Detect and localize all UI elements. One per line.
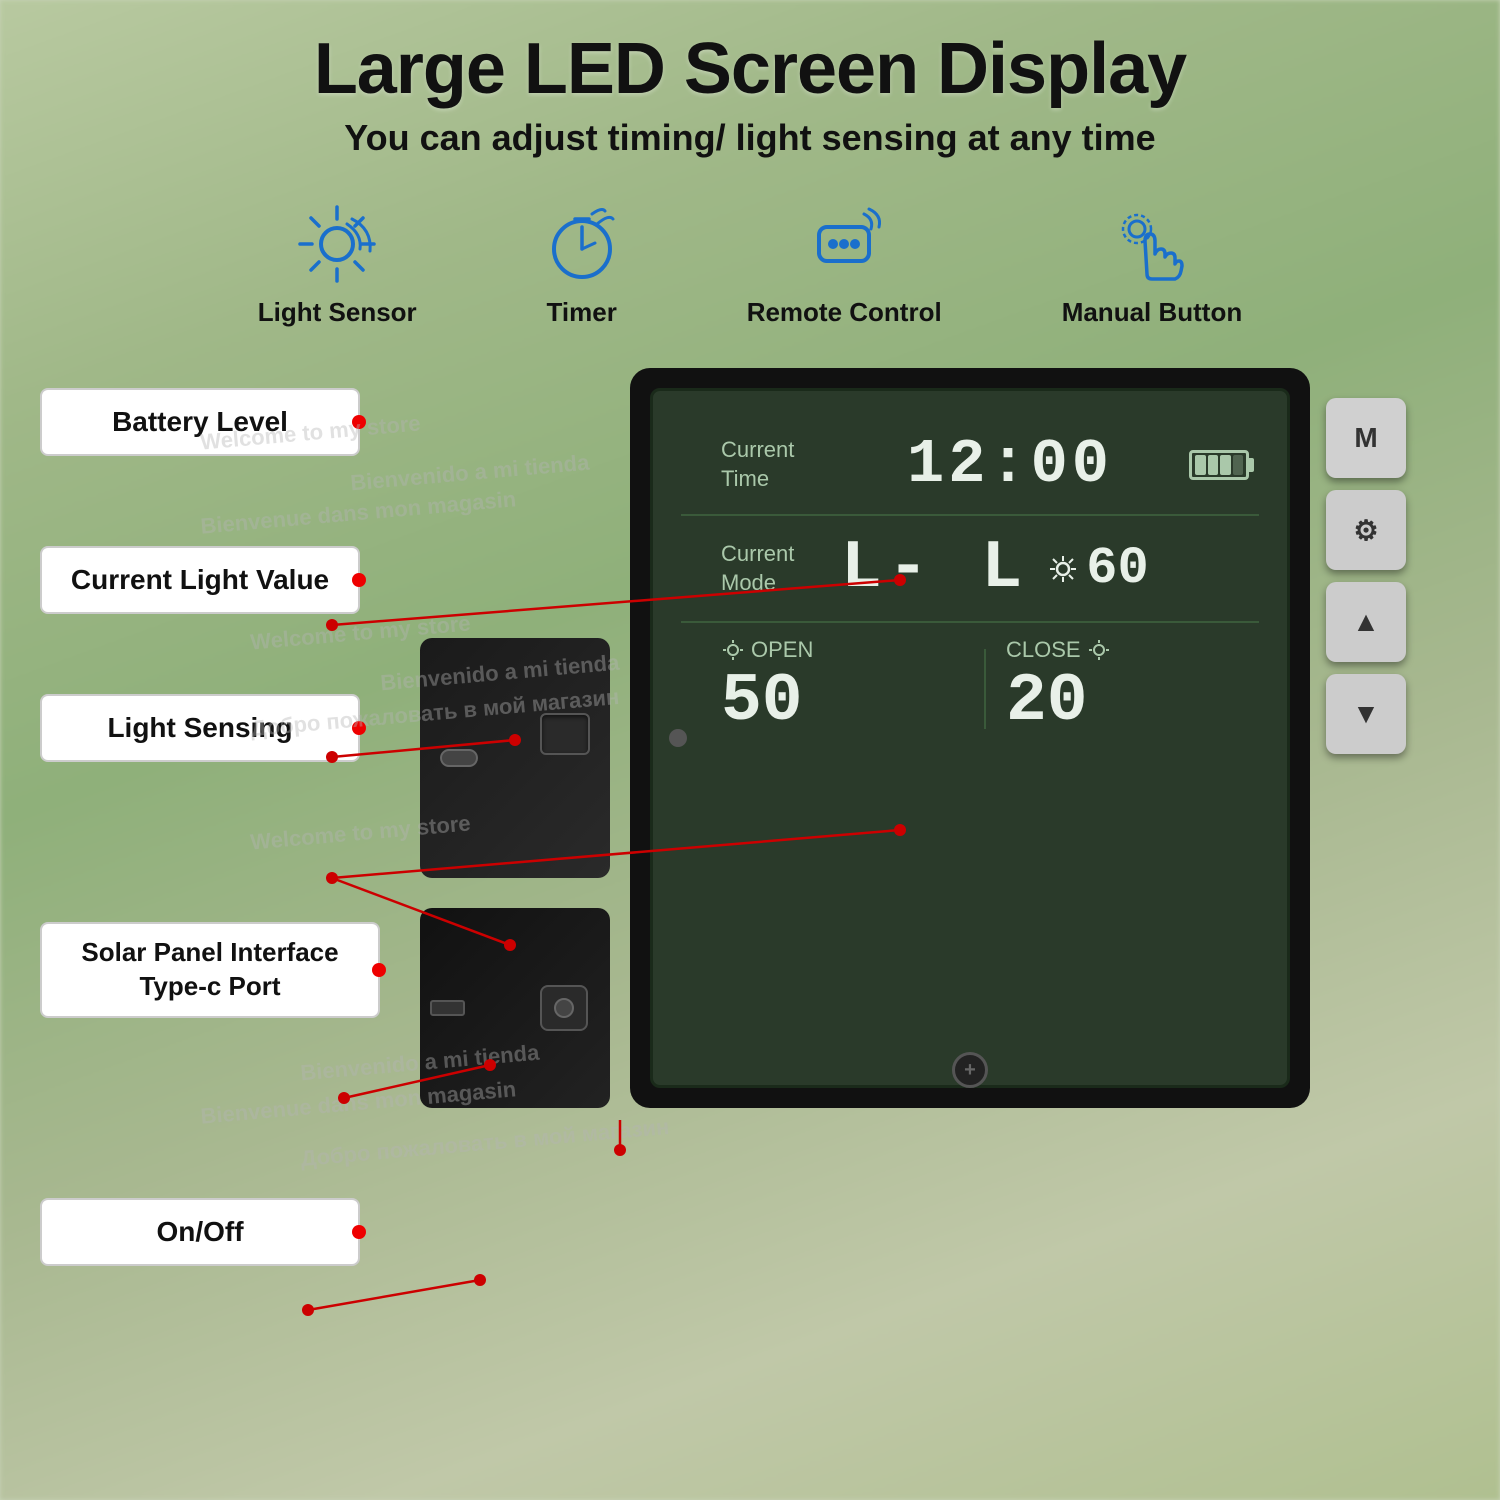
sun-icon-lcd xyxy=(1048,554,1078,584)
lcd-time-value: 12:00 xyxy=(831,429,1189,500)
manual-button-icon xyxy=(1107,199,1197,289)
light-sensing-label: Light Sensing xyxy=(40,694,360,762)
sun-icon-open xyxy=(721,638,745,662)
solar-port-photo xyxy=(420,638,610,878)
subtitle: You can adjust timing/ light sensing at … xyxy=(20,117,1480,159)
lcd-divider xyxy=(984,649,986,729)
device-left-panel xyxy=(420,368,620,1108)
light-value-red-dot xyxy=(352,573,366,587)
up-button[interactable]: ▲ xyxy=(1326,582,1406,662)
on-off-switch xyxy=(540,985,588,1031)
usb-c-port xyxy=(440,749,478,767)
battery-body xyxy=(1189,450,1249,480)
timer-icon xyxy=(537,199,627,289)
remote-control-icon xyxy=(799,199,889,289)
icon-item-manual: Manual Button xyxy=(1062,199,1243,328)
lcd-open-section: OPEN 50 xyxy=(721,637,964,740)
open-label-text: OPEN xyxy=(751,637,813,663)
battery-bar-2 xyxy=(1208,455,1219,475)
battery-bar-3 xyxy=(1220,455,1231,475)
main-area: Battery Level Current Light Value Light … xyxy=(0,348,1500,1286)
battery-level-label: Battery Level xyxy=(40,388,360,456)
lcd-bottom-row: OPEN 50 CLOSE xyxy=(681,623,1259,754)
lcd-mode-num: 60 xyxy=(1086,539,1148,598)
down-button[interactable]: ▼ xyxy=(1326,674,1406,754)
lcd-mode-row: CurrentMode L- L xyxy=(681,516,1259,623)
light-sensing-red-dot xyxy=(352,721,366,735)
port-side-button xyxy=(540,713,590,755)
gear-button[interactable]: ⚙ xyxy=(1326,490,1406,570)
battery-bar-4 xyxy=(1233,455,1244,475)
sun-icon-close xyxy=(1087,638,1111,662)
current-light-value-entry: Current Light Value xyxy=(40,546,420,614)
device-left-spacer xyxy=(420,368,620,618)
lcd-close-section: CLOSE 20 xyxy=(1006,637,1249,740)
solar-red-dot xyxy=(372,963,386,977)
lcd-current-mode-label: CurrentMode xyxy=(721,540,831,597)
icon-item-timer: Timer xyxy=(537,199,627,328)
header: Large LED Screen Display You can adjust … xyxy=(0,0,1500,169)
device-body: CurrentTime 12:00 xyxy=(630,368,1310,1108)
m-button[interactable]: M xyxy=(1326,398,1406,478)
lcd-open-label: OPEN xyxy=(721,637,813,663)
on-off-entry: On/Off xyxy=(40,1198,420,1266)
onoff-red-dot xyxy=(352,1225,366,1239)
device-area: CurrentTime 12:00 xyxy=(420,368,1460,1108)
on-off-label: On/Off xyxy=(40,1198,360,1266)
icon-item-light-sensor: Light Sensor xyxy=(258,199,417,328)
light-sensing-entry: Light Sensing xyxy=(40,694,420,762)
lcd-close-label: CLOSE xyxy=(1006,637,1111,663)
main-title: Large LED Screen Display xyxy=(20,30,1480,109)
lcd-battery-icon xyxy=(1189,450,1249,480)
close-label-text: CLOSE xyxy=(1006,637,1081,663)
lcd-mode-light: 60 xyxy=(1048,539,1148,598)
battery-bar-1 xyxy=(1195,455,1206,475)
cable-connector xyxy=(430,1000,465,1016)
lcd-open-value: 50 xyxy=(721,663,803,740)
lcd-current-time-label: CurrentTime xyxy=(721,436,831,493)
device-main: CurrentTime 12:00 xyxy=(630,368,1460,1108)
current-light-value-label: Current Light Value xyxy=(40,546,360,614)
icon-item-remote: Remote Control xyxy=(747,199,942,328)
solar-panel-label: Solar Panel InterfaceType-c Port xyxy=(40,922,380,1018)
screw-plus: + xyxy=(964,1059,976,1082)
labels-panel: Battery Level Current Light Value Light … xyxy=(40,368,420,1266)
solar-panel-entry: Solar Panel InterfaceType-c Port xyxy=(40,922,420,1018)
icon-label-manual: Manual Button xyxy=(1062,297,1243,328)
icon-label-timer: Timer xyxy=(547,297,617,328)
screw: + xyxy=(952,1052,988,1088)
light-sensor-icon xyxy=(292,199,382,289)
side-buttons: M ⚙ ▲ ▼ xyxy=(1326,368,1406,1108)
lcd-mode-value: L- L xyxy=(841,530,1028,607)
on-off-photo xyxy=(420,908,610,1108)
lcd-close-value: 20 xyxy=(1006,663,1088,740)
icon-label-light-sensor: Light Sensor xyxy=(258,297,417,328)
battery-red-dot xyxy=(352,415,366,429)
lcd-screen: CurrentTime 12:00 xyxy=(650,388,1290,1088)
lcd-time-row: CurrentTime 12:00 xyxy=(681,415,1259,516)
icons-row: Light Sensor Timer R xyxy=(0,169,1500,338)
icon-label-remote: Remote Control xyxy=(747,297,942,328)
lcd-mode-content: L- L xyxy=(831,530,1249,607)
battery-level-entry: Battery Level xyxy=(40,388,420,456)
